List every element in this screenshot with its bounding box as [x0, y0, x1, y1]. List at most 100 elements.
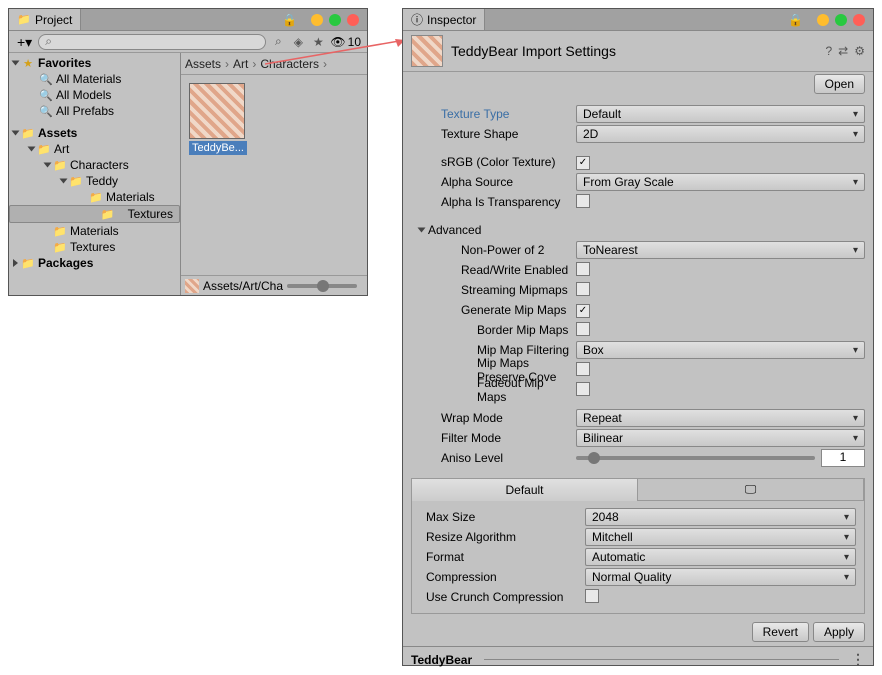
asset-thumb[interactable]: TeddyBe... [189, 83, 247, 155]
folder-icon: 📁 [69, 175, 83, 188]
texture-shape-select[interactable]: 2D▾ [576, 125, 865, 143]
window-maximize-icon[interactable] [835, 14, 847, 26]
filter-select[interactable]: Bilinear▾ [576, 429, 865, 447]
fav-models[interactable]: 🔍All Models [9, 87, 180, 103]
apply-row: Revert Apply [403, 618, 873, 646]
format-select[interactable]: Automatic▾ [585, 548, 856, 566]
fadeout-checkbox[interactable] [576, 382, 590, 396]
srgb-label: sRGB (Color Texture) [411, 155, 576, 169]
help-icon[interactable]: ? [825, 44, 832, 58]
alpha-trans-checkbox[interactable] [576, 194, 590, 208]
folder-icon: 📁 [21, 127, 35, 140]
genmip-label: Generate Mip Maps [411, 303, 576, 317]
teddy-node[interactable]: 📁Teddy [9, 173, 180, 189]
assets-node[interactable]: 📁Assets [9, 125, 180, 141]
platform-tab-default[interactable]: Default [412, 479, 638, 501]
bordermip-checkbox[interactable] [576, 322, 590, 336]
lock-icon[interactable]: 🔒 [788, 13, 803, 27]
rw-checkbox[interactable] [576, 262, 590, 276]
project-tabbar: 📁 Project 🔒 [9, 9, 367, 31]
maxsize-label: Max Size [420, 510, 585, 524]
teddy-materials[interactable]: 📁Materials [9, 189, 180, 205]
aniso-value[interactable]: 1 [821, 449, 865, 467]
bc-characters[interactable]: Characters [260, 57, 319, 71]
mippreserve-checkbox[interactable] [576, 362, 590, 376]
window-close-icon[interactable] [347, 14, 359, 26]
folder-icon: 📁 [37, 143, 51, 156]
breadcrumb: Assets› Art› Characters› [181, 53, 367, 75]
mipfilter-label: Mip Map Filtering [411, 343, 576, 357]
asset-grid: Assets› Art› Characters› TeddyBe... Asse… [181, 53, 367, 295]
window-maximize-icon[interactable] [329, 14, 341, 26]
format-label: Format [420, 550, 585, 564]
window-dots [303, 9, 367, 30]
filter-icon[interactable]: ⌕ [270, 34, 286, 49]
project-tab[interactable]: 📁 Project [9, 9, 81, 30]
aniso-slider[interactable] [576, 456, 815, 460]
characters-node[interactable]: 📁Characters [9, 157, 180, 173]
monitor-icon: 🖵 [745, 482, 757, 497]
apply-button[interactable]: Apply [813, 622, 865, 642]
platform-box: Default 🖵 Max Size2048▾ Resize Algorithm… [411, 478, 865, 614]
texture-fields: Texture TypeDefault▾ Texture Shape2D▾ sR… [403, 100, 873, 472]
packages-node[interactable]: 📁Packages [9, 255, 180, 271]
search-input[interactable] [38, 34, 266, 50]
visible-toggle[interactable]: 👁 10 [330, 35, 361, 49]
alpha-source-label: Alpha Source [411, 175, 576, 189]
label-icon[interactable]: ◈ [290, 35, 306, 49]
preview-title: TeddyBear [411, 653, 472, 667]
chevron-right-icon: › [225, 57, 229, 71]
advanced-label: Advanced [428, 223, 481, 237]
alpha-source-select[interactable]: From Gray Scale▾ [576, 173, 865, 191]
gear-icon[interactable]: ⚙ [854, 44, 865, 58]
inspector-tab[interactable]: ⓘ Inspector [403, 9, 485, 30]
wrap-select[interactable]: Repeat▾ [576, 409, 865, 427]
stream-checkbox[interactable] [576, 282, 590, 296]
star-icon[interactable]: ★ [310, 35, 326, 49]
thumb-size-slider[interactable] [287, 284, 357, 288]
bc-assets[interactable]: Assets [185, 57, 221, 71]
genmip-checkbox[interactable] [576, 304, 590, 318]
fav-materials[interactable]: 🔍All Materials [9, 71, 180, 87]
mipfilter-select[interactable]: Box▾ [576, 341, 865, 359]
bordermip-label: Border Mip Maps [411, 323, 576, 337]
maxsize-select[interactable]: 2048▾ [585, 508, 856, 526]
tree-label: Materials [106, 190, 155, 204]
advanced-section[interactable]: Advanced [411, 220, 865, 240]
preview-header[interactable]: TeddyBear ⋮ [403, 646, 873, 672]
fav-prefabs[interactable]: 🔍All Prefabs [9, 103, 180, 119]
create-button[interactable]: +▾ [15, 35, 34, 49]
crunch-checkbox[interactable] [585, 589, 599, 603]
eye-icon: 👁 [330, 35, 345, 49]
search-icon: 🔍 [39, 89, 53, 102]
alpha-trans-label: Alpha Is Transparency [411, 195, 576, 209]
assets-textures[interactable]: 📁Textures [9, 239, 180, 255]
compression-label: Compression [420, 570, 585, 584]
lock-icon[interactable]: 🔒 [282, 13, 297, 27]
favorites-node[interactable]: ★Favorites [9, 55, 180, 71]
star-icon: ★ [21, 57, 35, 70]
grid-footer: Assets/Art/Cha [181, 275, 367, 295]
srgb-checkbox[interactable] [576, 156, 590, 170]
preset-icon[interactable]: ⇄ [838, 44, 848, 58]
bc-art[interactable]: Art [233, 57, 248, 71]
revert-button[interactable]: Revert [752, 622, 809, 642]
open-button[interactable]: Open [814, 74, 865, 94]
platform-tab-standalone[interactable]: 🖵 [638, 479, 864, 501]
assets-materials[interactable]: 📁Materials [9, 223, 180, 239]
kebab-icon[interactable]: ⋮ [851, 651, 865, 668]
art-node[interactable]: 📁Art [9, 141, 180, 157]
resize-label: Resize Algorithm [420, 530, 585, 544]
project-tab-label: Project [35, 13, 72, 27]
search-icon: 🔍 [39, 105, 53, 118]
npot-select[interactable]: ToNearest▾ [576, 241, 865, 259]
window-minimize-icon[interactable] [311, 14, 323, 26]
favorites-label: Favorites [38, 56, 91, 70]
resize-select[interactable]: Mitchell▾ [585, 528, 856, 546]
texture-type-select[interactable]: Default▾ [576, 105, 865, 123]
window-minimize-icon[interactable] [817, 14, 829, 26]
window-close-icon[interactable] [853, 14, 865, 26]
thumb-label: TeddyBe... [189, 141, 247, 155]
compression-select[interactable]: Normal Quality▾ [585, 568, 856, 586]
teddy-textures[interactable]: 📁Textures [9, 205, 180, 223]
